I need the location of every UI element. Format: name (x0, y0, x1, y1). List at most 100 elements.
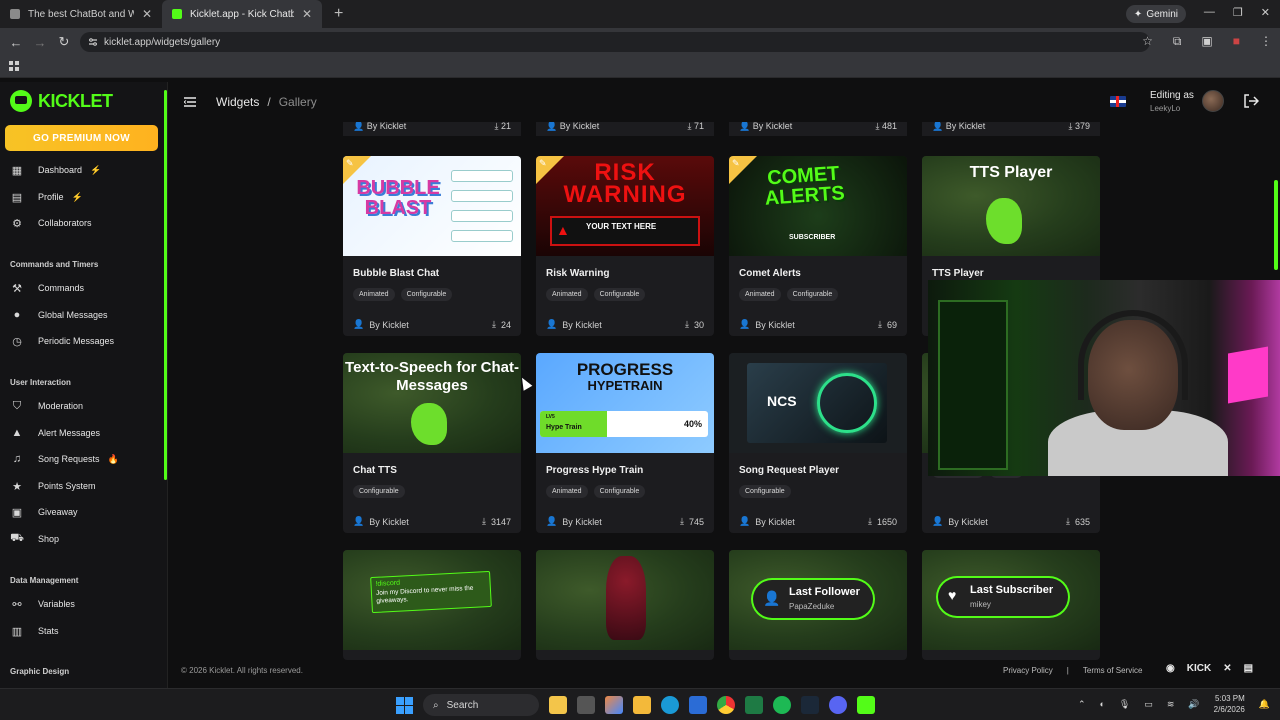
x-icon[interactable]: ✕ (1223, 663, 1231, 674)
avatar[interactable] (1202, 90, 1224, 112)
kick-app-icon[interactable] (857, 696, 875, 714)
reload-icon[interactable]: ↻ (52, 34, 76, 50)
window-controls: — ❐ ✕ (1204, 6, 1270, 19)
widget-card-chat-tts[interactable]: Text-to-Speech for Chat-Messages Chat TT… (343, 353, 521, 533)
folder-icon[interactable] (633, 696, 651, 714)
url-field[interactable]: kicklet.app/widgets/gallery (80, 32, 1150, 52)
spotify-icon[interactable] (773, 696, 791, 714)
widget-card-monster[interactable] (536, 550, 714, 660)
copilot-icon[interactable] (605, 696, 623, 714)
menu-dots-icon[interactable]: ⋮ (1260, 34, 1272, 49)
downloads: ⤓ 745 (679, 516, 704, 527)
chrome-icon[interactable] (717, 696, 735, 714)
network-icon[interactable]: ◐ (1099, 699, 1104, 709)
widget-tags: Animated Configurable (546, 485, 714, 498)
sidebar-item-variables[interactable]: ⚯ Variables (10, 595, 160, 613)
webcam-overlay (928, 280, 1280, 476)
sidebar-item-global-messages[interactable]: ● Global Messages (10, 306, 160, 324)
maximize-icon[interactable]: ❐ (1233, 6, 1243, 19)
widget-title: TTS Player (932, 268, 984, 279)
edge-icon[interactable] (661, 696, 679, 714)
sidebar-item-giveaway[interactable]: ▣ Giveaway (10, 503, 160, 521)
back-icon[interactable]: ← (4, 35, 28, 50)
file-explorer-icon[interactable] (549, 696, 567, 714)
kick-link[interactable]: KICK (1187, 663, 1211, 674)
sidebar-item-label: Stats (38, 626, 59, 636)
footer-links: Privacy Policy | Terms of Service (1003, 666, 1142, 675)
tab-close-icon[interactable]: ✕ (302, 7, 312, 21)
browser-tab-2[interactable]: Kicklet.app - Kick Chatbot and ✕ (162, 0, 322, 28)
excel-icon[interactable] (745, 696, 763, 714)
terms-of-service-link[interactable]: Terms of Service (1083, 666, 1143, 675)
forward-icon[interactable]: → (28, 35, 52, 50)
kicklet-author-icon: 👤 (739, 516, 751, 526)
store-icon[interactable] (689, 696, 707, 714)
discord-app-icon[interactable] (829, 696, 847, 714)
logout-icon[interactable] (1243, 93, 1259, 109)
sidebar-item-shop[interactable]: ⛟ Shop (10, 530, 160, 548)
widget-card-partial[interactable]: 👤 By Kicklet ⤓ 71 (536, 122, 714, 136)
downloads: ⤓ 3147 (481, 516, 511, 527)
notification-icon[interactable]: 🔔 (1259, 699, 1270, 710)
split-view-icon[interactable]: ▣ (1201, 34, 1212, 49)
new-tab-button[interactable]: + (322, 5, 355, 23)
widget-card-last-subscriber[interactable]: ♥ Last Subscriber mikey (922, 550, 1100, 660)
author: 👤 By Kicklet (932, 122, 986, 131)
widget-thumbnail: !discord Join my Discord to never miss t… (343, 550, 521, 650)
widget-card-risk-warning[interactable]: RISK WARNING YOUR TEXT HERE ▲ Risk Warni… (536, 156, 714, 336)
minimize-icon[interactable]: — (1204, 6, 1215, 19)
sidebar-scrollbar[interactable] (164, 90, 167, 480)
menu-toggle-icon[interactable] (184, 97, 196, 107)
sidebar-item-profile[interactable]: ▤ Profile ⚡ (10, 188, 160, 206)
apps-grid-icon[interactable] (9, 61, 19, 71)
widget-card-partial[interactable]: 👤 By Kicklet ⤓ 481 (729, 122, 907, 136)
chevron-up-icon[interactable]: ⌃ (1078, 699, 1086, 710)
volume-icon[interactable]: 🔊 (1188, 699, 1199, 710)
widget-card-bubble-blast[interactable]: BUBBLE BLAST Bubble Blast Chat Animated … (343, 156, 521, 336)
privacy-policy-link[interactable]: Privacy Policy (1003, 666, 1053, 675)
windows-start-icon[interactable] (396, 696, 413, 714)
go-premium-button[interactable]: GO PREMIUM NOW (5, 125, 158, 151)
widget-card-comet-alerts[interactable]: COMET ALERTS SUBSCRIBER Comet Alerts Ani… (729, 156, 907, 336)
sidebar-item-points-system[interactable]: ★ Points System (10, 477, 160, 495)
hype-train-bar: LV5 Hype Train 40% (540, 411, 708, 437)
gemini-button[interactable]: ✦ Gemini (1125, 5, 1186, 23)
breadcrumb-widgets[interactable]: Widgets (216, 95, 259, 109)
task-view-icon[interactable] (577, 696, 595, 714)
page-scrollbar[interactable] (1274, 180, 1278, 270)
close-window-icon[interactable]: ✕ (1261, 6, 1270, 19)
browser-tab-1[interactable]: The best ChatBot and Widgets ✕ (0, 0, 162, 28)
speaking-head-icon (986, 198, 1022, 244)
kicklet-logo[interactable]: KICKLET (10, 90, 113, 112)
bolt-badge-icon: ⚡ (71, 191, 83, 202)
wifi-icon[interactable]: ≋ (1167, 699, 1175, 710)
widget-card-song-request-player[interactable]: NCS Song Request Player Configurable 👤 By… (729, 353, 907, 533)
steam-icon[interactable] (801, 696, 819, 714)
tab-close-icon[interactable]: ✕ (142, 7, 152, 21)
document-icon[interactable]: ▤ (1244, 663, 1253, 674)
mic-icon[interactable]: 🎙 (1119, 699, 1130, 710)
widget-card-partial[interactable]: 👤 By Kicklet ⤓ 21 (343, 122, 521, 136)
clock[interactable]: 5:03 PM 2/6/2026 (1214, 693, 1245, 715)
discord-icon[interactable]: ◉ (1166, 663, 1175, 674)
profile-icon[interactable]: ■ (1233, 34, 1240, 49)
sidebar-item-dashboard[interactable]: ▦ Dashboard ⚡ (10, 161, 160, 179)
sidebar-item-alert-messages[interactable]: ▲ Alert Messages (10, 424, 160, 442)
site-info-icon[interactable] (88, 37, 98, 47)
monitor-icon[interactable]: ▭ (1144, 699, 1153, 710)
taskbar-search[interactable]: ⌕ Search (423, 694, 539, 716)
sidebar-item-song-requests[interactable]: ♫ Song Requests 🔥 (10, 450, 160, 468)
widget-card-last-follower[interactable]: 👤 Last Follower PapaZeduke (729, 550, 907, 660)
bookmark-star-icon[interactable]: ☆ (1142, 34, 1153, 49)
widget-card-discord[interactable]: !discord Join my Discord to never miss t… (343, 550, 521, 660)
sidebar-item-periodic-messages[interactable]: ◷ Periodic Messages (10, 332, 160, 350)
sidebar-item-commands[interactable]: ⚒ Commands (10, 279, 160, 297)
uk-flag-icon[interactable] (1110, 96, 1126, 107)
thumb-title: BUBBLE BLAST (356, 177, 440, 219)
sidebar-item-collaborators[interactable]: ⚙ Collaborators (10, 214, 160, 232)
widget-card-partial[interactable]: 👤 By Kicklet ⤓ 379 (922, 122, 1100, 136)
sidebar-item-moderation[interactable]: ⛉ Moderation (10, 397, 160, 415)
widget-card-progress-hype-train[interactable]: PROGRESS HYPETRAIN LV5 Hype Train 40% Pr… (536, 353, 714, 533)
sidebar-item-stats[interactable]: ▥ Stats (10, 622, 160, 640)
extensions-icon[interactable]: ⧉ (1173, 34, 1182, 49)
